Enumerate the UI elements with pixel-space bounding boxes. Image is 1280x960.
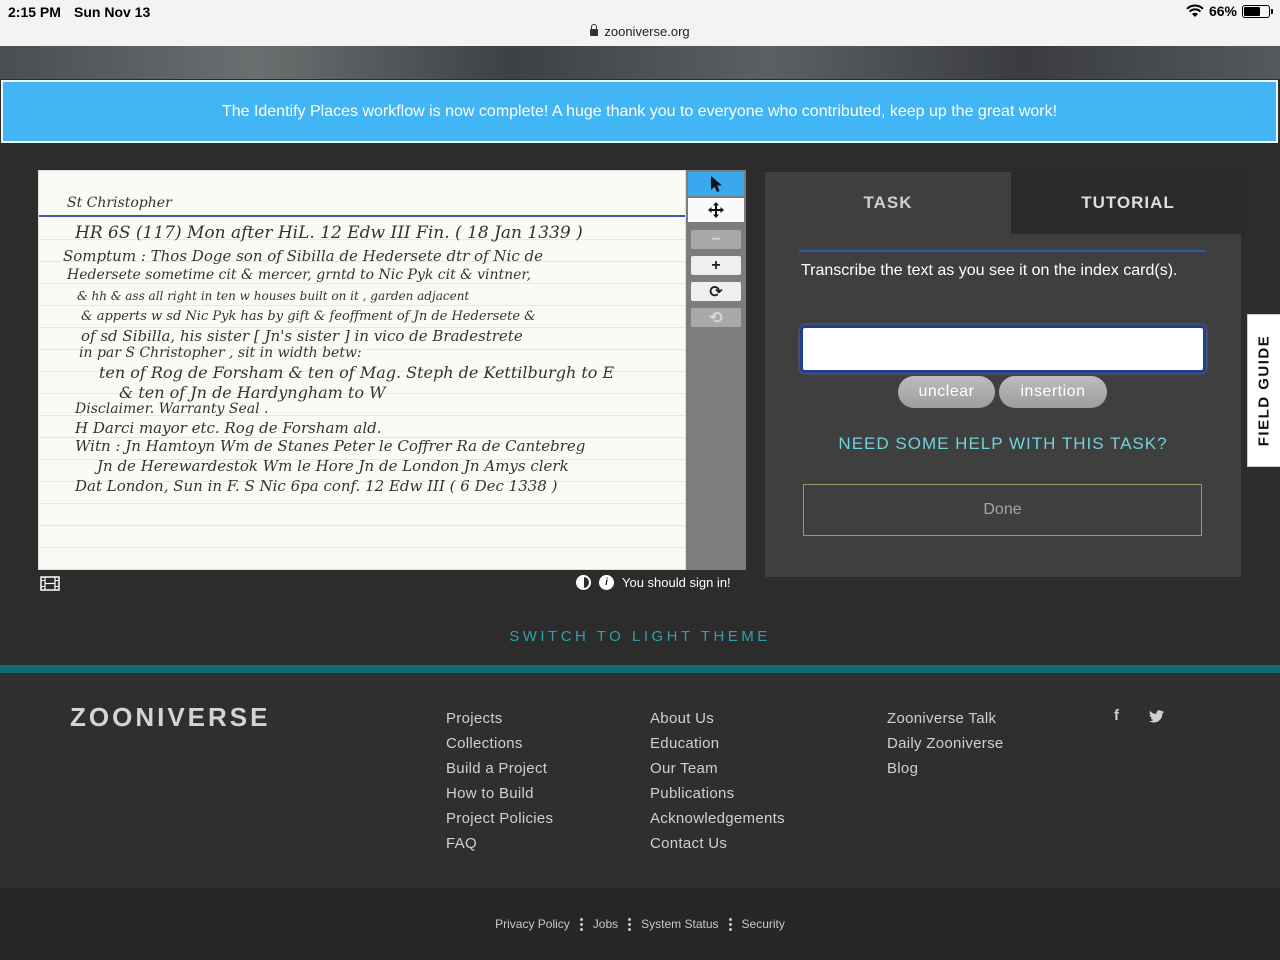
image-toolbar: − + ⟳ ⟲ [686, 170, 746, 570]
card-rule [39, 283, 685, 284]
card-text-line: ten of Rog de Forsham & ten of Mag. Step… [99, 363, 615, 382]
subject-meta: i You should sign in! [576, 575, 731, 590]
unclear-button[interactable]: unclear [898, 376, 995, 408]
footer-link[interactable]: Zooniverse Talk [887, 706, 1004, 731]
pointer-tool-button[interactable] [688, 172, 744, 196]
privacy-policy-link[interactable]: Privacy Policy [495, 917, 570, 931]
zooniverse-logo[interactable]: ZOONIVERSE [70, 702, 270, 733]
battery-percent: 66% [1208, 3, 1237, 19]
announcement-banner: The Identify Places workflow is now comp… [1, 80, 1278, 143]
card-text-line: & apperts w sd Nic Pyk has by gift & feo… [81, 309, 536, 324]
film-strip-icon[interactable] [40, 576, 60, 591]
card-text-line: Disclaimer. Warranty Seal . [75, 401, 269, 417]
contrast-icon[interactable] [576, 575, 591, 590]
zoom-in-button[interactable]: + [691, 256, 741, 275]
task-divider [799, 250, 1206, 252]
hero-image-strip [0, 46, 1280, 79]
footer-link[interactable]: How to Build [446, 781, 553, 806]
jobs-link[interactable]: Jobs [593, 917, 618, 931]
card-text-line: Dat London, Sun in F. S Nic 6pa conf. 12… [75, 477, 558, 495]
footer-link[interactable]: Contact Us [650, 831, 785, 856]
move-tool-button[interactable] [688, 198, 744, 222]
card-text-line: Jn de Herewardestok Wm le Hore Jn de Lon… [97, 457, 569, 475]
footer-bottom-links: Privacy Policy Jobs System Status Securi… [0, 917, 1280, 931]
card-text-line: & hh & ass all right in ten w houses bui… [77, 289, 470, 303]
sign-in-message: You should sign in! [622, 575, 731, 590]
status-bar: 2:15 PM Sun Nov 13 zooniverse.org 66% [0, 0, 1280, 46]
reset-icon: ⟲ [709, 309, 723, 327]
card-text-line: & ten of Jn de Hardyngham to W [119, 383, 386, 402]
subject-image[interactable]: St Christopher HR 6S (117) Mon after HiL.… [38, 170, 686, 570]
pointer-icon [711, 176, 722, 192]
zoom-in-icon: + [711, 256, 721, 274]
card-rule [39, 503, 685, 504]
footer-link[interactable]: FAQ [446, 831, 553, 856]
footer-link[interactable]: Our Team [650, 756, 785, 781]
card-text-line: Witn : Jn Hamtoyn Wm de Stanes Peter le … [75, 437, 586, 455]
transcription-input[interactable] [800, 325, 1206, 373]
card-header-rule [39, 215, 685, 217]
footer-link[interactable]: Collections [446, 731, 553, 756]
switch-theme-link[interactable]: SWITCH TO LIGHT THEME [0, 628, 1280, 645]
card-rule [39, 547, 685, 548]
card-rule [39, 525, 685, 526]
task-help-link[interactable]: NEED SOME HELP WITH THIS TASK? [765, 434, 1241, 454]
card-text-line: St Christopher [67, 195, 172, 211]
separator-icon [579, 917, 583, 931]
status-indicators: 66% [1186, 3, 1273, 19]
footer-column-about: About Us Education Our Team Publications… [650, 706, 785, 856]
rotate-button[interactable]: ⟳ [691, 282, 741, 301]
address-bar[interactable]: zooniverse.org [0, 24, 1280, 39]
done-button[interactable]: Done [803, 484, 1202, 536]
status-date: Sun Nov 13 [74, 4, 151, 20]
footer-link[interactable]: Blog [887, 756, 1004, 781]
card-text-line: Somptum : Thos Doge son of Sibilla de He… [63, 247, 543, 265]
move-icon [708, 202, 724, 218]
zoom-out-button[interactable]: − [691, 230, 741, 249]
address-url: zooniverse.org [604, 24, 690, 39]
footer-link[interactable]: Projects [446, 706, 553, 731]
card-text-line: in par S Christopher , sit in width betw… [79, 345, 362, 361]
card-text-line: of sd Sibilla, his sister [ Jn's sister … [81, 327, 523, 345]
rotate-icon: ⟳ [709, 283, 723, 301]
footer-column-projects: Projects Collections Build a Project How… [446, 706, 553, 856]
card-text-line: H Darci mayor etc. Rog de Forsham ald. [75, 419, 382, 437]
separator-icon [628, 917, 632, 931]
card-rule [39, 305, 685, 306]
insertion-button[interactable]: insertion [999, 376, 1107, 408]
footer-column-talk: Zooniverse Talk Daily Zooniverse Blog [887, 706, 1004, 781]
footer-link[interactable]: Publications [650, 781, 785, 806]
page: 2:15 PM Sun Nov 13 zooniverse.org 66% Th… [0, 0, 1280, 960]
wifi-icon [1186, 4, 1204, 17]
info-icon[interactable]: i [599, 575, 614, 590]
footer-link[interactable]: Acknowledgements [650, 806, 785, 831]
footer-link[interactable]: Build a Project [446, 756, 553, 781]
status-time: 2:15 PM [8, 4, 61, 20]
task-instruction: Transcribe the text as you see it on the… [801, 262, 1178, 279]
security-link[interactable]: Security [742, 917, 785, 931]
twitter-icon[interactable] [1149, 710, 1164, 723]
reset-view-button[interactable]: ⟲ [691, 308, 741, 327]
zoom-out-icon: − [711, 230, 721, 248]
tab-tutorial[interactable]: TUTORIAL [1011, 172, 1245, 234]
card-text-line: Hedersete sometime cit & mercer, grntd t… [67, 267, 532, 283]
field-guide-tab[interactable]: FIELD GUIDE [1247, 314, 1280, 467]
tab-task[interactable]: TASK [765, 172, 1011, 234]
footer-link[interactable]: Education [650, 731, 785, 756]
lock-icon [590, 24, 599, 36]
facebook-icon[interactable]: f [1114, 707, 1119, 724]
system-status-link[interactable]: System Status [641, 917, 718, 931]
footer-link[interactable]: About Us [650, 706, 785, 731]
footer-accent-bar [0, 665, 1280, 673]
card-rule [39, 569, 686, 570]
battery-icon [1242, 4, 1273, 18]
field-guide-label: FIELD GUIDE [1255, 334, 1273, 447]
footer-link[interactable]: Daily Zooniverse [887, 731, 1004, 756]
footer-link[interactable]: Project Policies [446, 806, 553, 831]
separator-icon [728, 917, 732, 931]
card-text-line: HR 6S (117) Mon after HiL. 12 Edw III Fi… [75, 223, 583, 243]
